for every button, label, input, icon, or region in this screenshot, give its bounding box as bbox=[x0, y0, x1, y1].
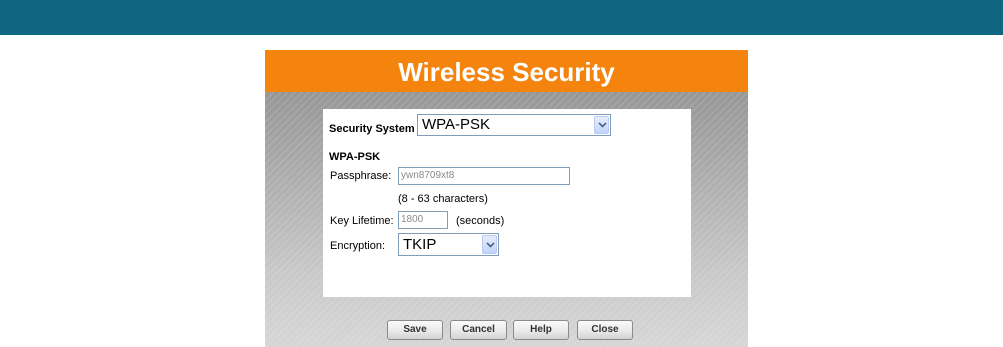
security-system-label: Security System bbox=[329, 123, 415, 135]
passphrase-label: Passphrase: bbox=[330, 170, 392, 182]
chevron-down-icon[interactable] bbox=[594, 116, 609, 134]
passphrase-input[interactable]: ywn8709xt8 bbox=[398, 167, 570, 185]
wireless-security-panel: Wireless Security Security System WPA-PS… bbox=[265, 50, 748, 347]
help-button[interactable]: Help bbox=[513, 320, 569, 340]
key-lifetime-unit: (seconds) bbox=[456, 215, 505, 227]
top-bar bbox=[0, 0, 1003, 35]
security-system-select[interactable]: WPA-PSK bbox=[417, 114, 611, 136]
chevron-down-icon[interactable] bbox=[482, 235, 497, 254]
page-title: Wireless Security bbox=[265, 50, 748, 92]
security-system-value: WPA-PSK bbox=[422, 116, 491, 133]
save-button[interactable]: Save bbox=[387, 320, 443, 340]
close-button[interactable]: Close bbox=[577, 320, 633, 340]
encryption-select[interactable]: TKIP bbox=[398, 233, 499, 256]
encryption-value: TKIP bbox=[403, 236, 437, 253]
cancel-button[interactable]: Cancel bbox=[450, 320, 507, 340]
key-lifetime-input[interactable]: 1800 bbox=[398, 211, 448, 229]
passphrase-hint: (8 - 63 characters) bbox=[398, 193, 488, 205]
encryption-label: Encryption: bbox=[330, 240, 386, 252]
security-form: Security System WPA-PSK WPA-PSK Passphra… bbox=[323, 109, 691, 340]
key-lifetime-label: Key Lifetime: bbox=[330, 215, 394, 227]
wpa-psk-section-title: WPA-PSK bbox=[329, 151, 381, 163]
